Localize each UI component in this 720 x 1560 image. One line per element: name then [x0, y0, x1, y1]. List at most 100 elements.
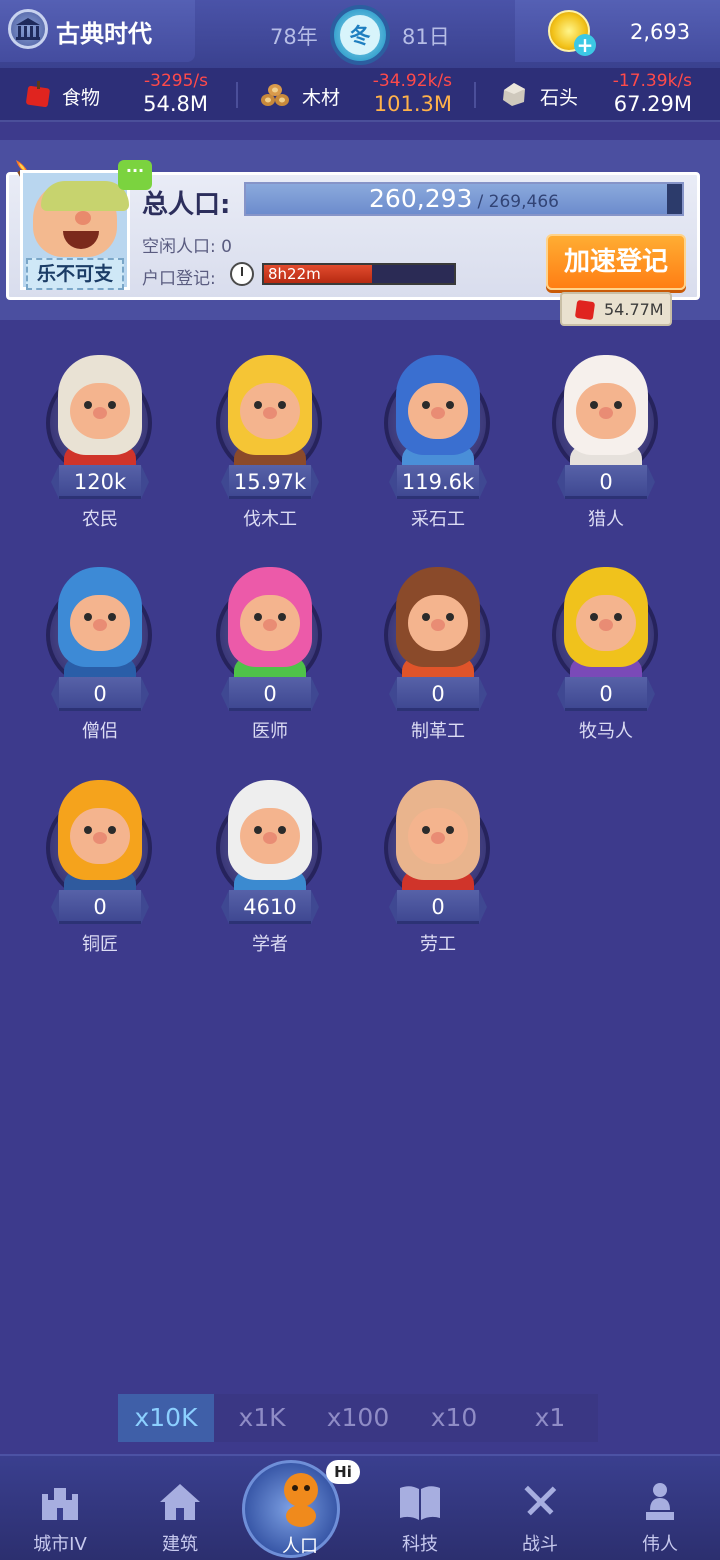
temple-icon: [8, 9, 48, 49]
nav-label: 城市IV: [33, 1534, 87, 1555]
speed-up-registration-button[interactable]: 加速登记: [546, 234, 686, 290]
portrait-eye: [446, 826, 454, 834]
statue-icon: [646, 1483, 674, 1520]
nav-label: 战斗: [522, 1534, 558, 1555]
logs-icon: [261, 84, 289, 106]
occupation-card[interactable]: 0 医师: [200, 557, 340, 747]
occupation-card[interactable]: 0 僧侣: [30, 557, 170, 747]
occupation-card[interactable]: 0 劳工: [368, 770, 508, 960]
add-gold-icon[interactable]: +: [574, 34, 596, 56]
portrait-nose: [263, 619, 277, 631]
portrait-head: [58, 355, 142, 455]
portrait-head: [564, 567, 648, 667]
nav-battle[interactable]: 战斗: [480, 1454, 600, 1560]
occupation-card[interactable]: 4610 学者: [200, 770, 340, 960]
nav-city[interactable]: 城市IV: [0, 1454, 120, 1560]
occupation-label: 伐木工: [243, 509, 297, 530]
portrait-nose: [431, 619, 445, 631]
resource-stone[interactable]: 石头 -17.39k/s 67.29M: [476, 68, 720, 122]
year-label: 78年: [270, 25, 318, 49]
occupation-card[interactable]: 0 牧马人: [536, 557, 676, 747]
book-icon: [400, 1486, 440, 1520]
occupation-label: 制革工: [411, 721, 465, 742]
portrait-eye: [84, 613, 92, 621]
leader-nose: [75, 211, 91, 225]
portrait-head: [396, 567, 480, 667]
nav-label: 科技: [402, 1534, 438, 1555]
resource-rate: -3295/s: [144, 71, 208, 91]
portrait-nose: [599, 407, 613, 419]
resource-food[interactable]: 食物 -3295/s 54.8M: [0, 68, 236, 122]
portrait-eye: [254, 613, 262, 621]
occupation-label: 学者: [252, 934, 288, 955]
era-box[interactable]: 古典时代: [0, 0, 195, 62]
portrait-eye: [254, 826, 262, 834]
occupation-count: 4610: [229, 890, 311, 924]
speed-up-cost: 54.77M: [560, 292, 672, 326]
era-name: 古典时代: [56, 20, 152, 48]
portrait-head: [228, 567, 312, 667]
stone-icon: [503, 83, 525, 106]
nav-buildings[interactable]: 建筑: [120, 1454, 240, 1560]
portrait-eye: [108, 401, 116, 409]
speed-up-cost-value: 54.77M: [604, 300, 664, 319]
multiplier-option[interactable]: x100: [310, 1394, 406, 1442]
castle-icon: [42, 1488, 78, 1520]
occupation-card[interactable]: 0 制革工: [368, 557, 508, 747]
multiplier-selector: x10K x1K x100 x10 x1: [118, 1394, 598, 1442]
occupation-count: 0: [397, 890, 479, 924]
portrait-eye: [108, 613, 116, 621]
resource-rate: -17.39k/s: [612, 71, 692, 91]
portrait-nose: [431, 407, 445, 419]
portrait-nose: [431, 832, 445, 844]
stopwatch-icon: [230, 262, 254, 286]
nav-tech[interactable]: 科技: [360, 1454, 480, 1560]
occupation-count: 0: [397, 677, 479, 711]
portrait-eye: [84, 401, 92, 409]
portrait-head: [396, 780, 480, 880]
portrait-nose: [263, 832, 277, 844]
registration-time: 8h22m: [268, 265, 321, 283]
leader-mood-label: 乐不可支: [26, 258, 124, 290]
portrait-eye: [422, 401, 430, 409]
portrait-eye: [614, 613, 622, 621]
swords-icon: [524, 1485, 557, 1516]
occupation-card[interactable]: 0 猎人: [536, 345, 676, 535]
portrait-eye: [278, 826, 286, 834]
occupation-card[interactable]: 15.97k 伐木工: [200, 345, 340, 535]
idle-population: 空闲人口: 0: [142, 237, 232, 257]
multiplier-option[interactable]: x10: [406, 1394, 502, 1442]
portrait-eye: [446, 401, 454, 409]
occupation-label: 医师: [252, 721, 288, 742]
population-title: 总人口:: [142, 190, 231, 220]
portrait-nose: [93, 407, 107, 419]
hi-badge: Hi: [326, 1460, 360, 1484]
occupation-count: 120k: [59, 465, 141, 499]
portrait-nose: [93, 832, 107, 844]
resource-name: 木材: [302, 87, 341, 109]
occupation-count: 0: [229, 677, 311, 711]
occupation-card[interactable]: 119.6k 采石工: [368, 345, 508, 535]
multiplier-option[interactable]: x1K: [214, 1394, 310, 1442]
season-badge[interactable]: 冬: [330, 5, 390, 65]
nav-label: 建筑: [162, 1534, 198, 1555]
nav-label: 人口: [282, 1536, 318, 1557]
leader-hair: [41, 181, 129, 211]
portrait-eye: [446, 613, 454, 621]
apple-icon: [26, 81, 50, 108]
leader-mouth: [63, 231, 99, 249]
occupation-label: 劳工: [420, 934, 456, 955]
house-icon: [160, 1484, 200, 1520]
occupation-card[interactable]: 0 铜匠: [30, 770, 170, 960]
occupation-card[interactable]: 120k 农民: [30, 345, 170, 535]
resource-bar: 食物 -3295/s 54.8M 木材 -34.92k/s 101.3M 石头 …: [0, 68, 720, 122]
portrait-head: [58, 780, 142, 880]
registration-label: 户口登记:: [142, 269, 216, 289]
nav-great-people[interactable]: 伟人: [600, 1454, 720, 1560]
portrait-eye: [614, 401, 622, 409]
resource-wood[interactable]: 木材 -34.92k/s 101.3M: [238, 68, 474, 122]
multiplier-option[interactable]: x10K: [118, 1394, 214, 1442]
multiplier-option[interactable]: x1: [502, 1394, 598, 1442]
portrait-head: [396, 355, 480, 455]
portrait-eye: [590, 401, 598, 409]
